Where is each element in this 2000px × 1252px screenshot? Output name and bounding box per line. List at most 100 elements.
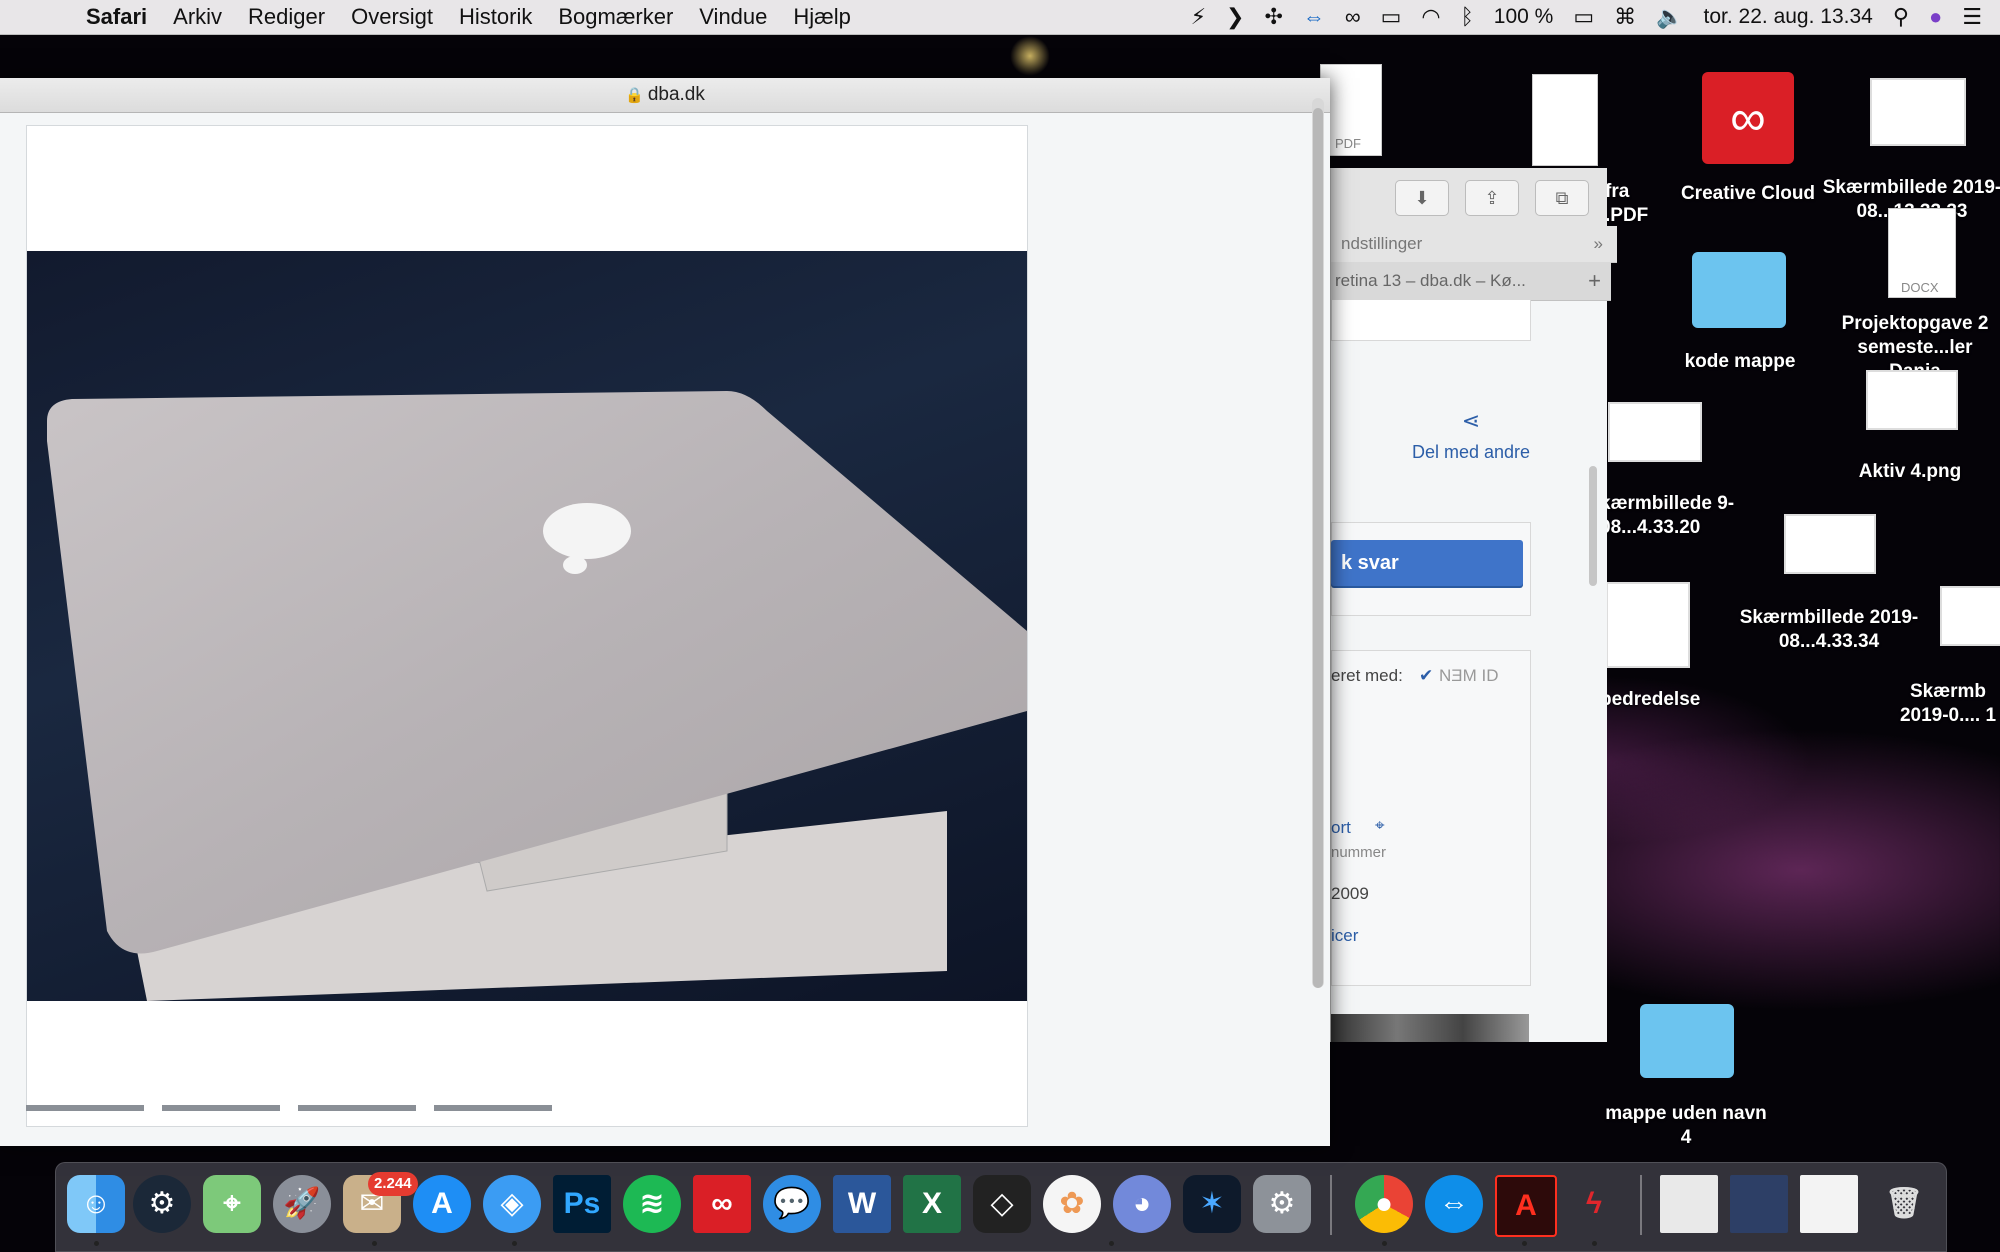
clock[interactable]: tor. 22. aug. 13.34: [1704, 5, 1873, 29]
excel-icon[interactable]: X: [903, 1175, 961, 1233]
messages-icon[interactable]: 💬: [763, 1175, 821, 1233]
tab-bar: retina 13 – dba.dk – Kø... +: [1331, 262, 1611, 301]
thumbnail[interactable]: [434, 1105, 552, 1111]
screenshot-thumbnail[interactable]: [1870, 78, 1966, 146]
desktop-item-screenshot-3[interactable]: Skærmbillede 2019-08...4.33.34: [1734, 606, 1924, 654]
thumbnail[interactable]: [26, 1105, 144, 1111]
spotify-icon[interactable]: ≋: [623, 1175, 681, 1233]
menu-arkiv[interactable]: Arkiv: [173, 4, 222, 30]
screenshot-thumbnail[interactable]: [1608, 402, 1702, 462]
content-box: [1331, 300, 1531, 341]
docx-file-icon[interactable]: DOCX: [1888, 208, 1956, 298]
downloads-stack-icon[interactable]: [1730, 1175, 1788, 1233]
steam-icon[interactable]: ⚙: [133, 1175, 191, 1233]
map-link[interactable]: ort: [1331, 818, 1351, 838]
notification-center-icon[interactable]: ☰: [1962, 4, 1982, 30]
desktop-item-kode-mappe[interactable]: kode mappe: [1660, 350, 1820, 374]
app-store-icon[interactable]: A: [413, 1175, 471, 1233]
lock-icon: 🔒: [625, 87, 644, 104]
reply-button[interactable]: k svar: [1331, 540, 1523, 586]
running-indicator: [1109, 1241, 1114, 1246]
teamviewer-dock-icon[interactable]: ⇔: [1425, 1175, 1483, 1233]
document-thumbnail[interactable]: [1606, 582, 1690, 668]
volume-icon[interactable]: 🔈: [1656, 4, 1683, 30]
safari-icon[interactable]: ◈: [483, 1175, 541, 1233]
share-block[interactable]: ⋖ Del med andre: [1391, 408, 1551, 463]
airplay-icon[interactable]: ▭: [1381, 4, 1402, 30]
listing-photo-laptop[interactable]: [27, 251, 1027, 1001]
menu-hjaelp[interactable]: Hjælp: [793, 4, 850, 30]
menu-vindue[interactable]: Vindue: [699, 4, 767, 30]
trash-icon[interactable]: 🗑: [1875, 1175, 1933, 1233]
thumbnail[interactable]: [162, 1105, 280, 1111]
puzzle-icon[interactable]: ✣: [1264, 4, 1282, 30]
chevron-more-icon[interactable]: »: [1594, 226, 1603, 262]
battery-percent[interactable]: 100 %: [1494, 5, 1554, 29]
keyboard-input-icon[interactable]: ⌘: [1614, 4, 1636, 30]
more-link[interactable]: icer: [1331, 926, 1358, 946]
safari-window: 🔒 dba.dk: [0, 78, 1330, 1146]
desktop-item-aktiv-4[interactable]: Aktiv 4.png: [1830, 460, 1990, 484]
scrollbar[interactable]: [1589, 466, 1597, 586]
battlenet-icon[interactable]: ✶: [1183, 1175, 1241, 1233]
png-thumbnail[interactable]: [1866, 370, 1958, 430]
document-thumbnail[interactable]: [1532, 74, 1598, 166]
menu-rediger[interactable]: Rediger: [248, 4, 325, 30]
maps-icon[interactable]: ⌖: [203, 1175, 261, 1233]
discord-icon[interactable]: ◕: [1113, 1175, 1171, 1233]
scrollbar-thumb[interactable]: [1313, 108, 1323, 988]
bluetooth-icon[interactable]: ᛒ: [1461, 4, 1474, 30]
chrome-icon[interactable]: ●: [1355, 1175, 1413, 1233]
verified-label: eret med:: [1331, 666, 1403, 685]
lightning-icon[interactable]: ⚡: [1191, 4, 1206, 30]
desktop-item-screenshot-2[interactable]: kærmbillede 9-08...4.33.20: [1600, 492, 1750, 540]
thumbnail-strip: [26, 1105, 552, 1111]
desktop-item-screenshot-4[interactable]: Skærmb 2019-0.... 1: [1896, 680, 2000, 728]
laptop-photo-svg: [47, 391, 1027, 1001]
creative-cloud-app-icon[interactable]: ∞: [1702, 72, 1794, 164]
dock-separator: [1640, 1175, 1642, 1235]
creative-cloud-icon[interactable]: ∞: [1345, 4, 1361, 30]
chevron-right-icon[interactable]: ❯: [1226, 4, 1244, 30]
battery-icon[interactable]: ▭: [1573, 4, 1594, 30]
creative-cloud-dock-icon[interactable]: ∞: [693, 1175, 751, 1233]
siri-icon[interactable]: ●: [1929, 4, 1942, 30]
tab-dba[interactable]: retina 13 – dba.dk – Kø...: [1335, 271, 1526, 290]
menu-bogmaerker[interactable]: Bogmærker: [558, 4, 673, 30]
share-button[interactable]: ⇪: [1465, 180, 1519, 216]
screenshot-thumbnail[interactable]: [1784, 514, 1876, 574]
desktop-item-creative-cloud[interactable]: Creative Cloud: [1668, 182, 1828, 206]
menu-oversigt[interactable]: Oversigt: [351, 4, 433, 30]
location-pin-icon[interactable]: ⌖: [1375, 816, 1385, 836]
teamviewer-icon[interactable]: ⇔: [1303, 4, 1325, 30]
unity-icon[interactable]: ◇: [973, 1175, 1031, 1233]
new-tab-button[interactable]: +: [1588, 262, 1601, 300]
desktop-item-mappe-uden-navn[interactable]: mappe uden navn 4: [1598, 1102, 1774, 1150]
running-indicator: [94, 1241, 99, 1246]
photos-icon[interactable]: ✿: [1043, 1175, 1101, 1233]
documents-stack-icon[interactable]: [1800, 1175, 1858, 1233]
launchpad-icon[interactable]: 🚀: [273, 1175, 331, 1233]
desktop-item-bedredelse[interactable]: bedredelse: [1600, 688, 1720, 712]
finder-icon[interactable]: ☺: [67, 1175, 125, 1233]
favorites-bar: ndstillinger »: [1331, 226, 1617, 263]
download-button[interactable]: ⬇: [1395, 180, 1449, 216]
desktop-item-pdf[interactable]: fra .PDF: [1605, 180, 1648, 228]
spotlight-search-icon[interactable]: ⚲: [1893, 4, 1909, 30]
folder-icon[interactable]: [1640, 1004, 1734, 1078]
image-viewer: [26, 125, 1028, 1127]
word-icon[interactable]: W: [833, 1175, 891, 1233]
system-preferences-icon[interactable]: ⚙: [1253, 1175, 1311, 1233]
screenshot-thumbnail[interactable]: [1940, 586, 2000, 646]
tabs-overview-button[interactable]: ⧉: [1535, 180, 1589, 216]
recent-document-thumbnail[interactable]: [1660, 1175, 1718, 1233]
photoshop-icon[interactable]: Ps: [553, 1175, 611, 1233]
favorites-item[interactable]: ndstillinger: [1341, 234, 1422, 253]
wifi-icon[interactable]: ◠: [1421, 4, 1440, 30]
folder-icon[interactable]: [1692, 252, 1786, 328]
menu-app-name[interactable]: Safari: [86, 4, 147, 30]
flash-icon[interactable]: ϟ: [1565, 1175, 1623, 1233]
thumbnail[interactable]: [298, 1105, 416, 1111]
menu-historik[interactable]: Historik: [459, 4, 532, 30]
acrobat-icon[interactable]: A: [1495, 1175, 1557, 1237]
